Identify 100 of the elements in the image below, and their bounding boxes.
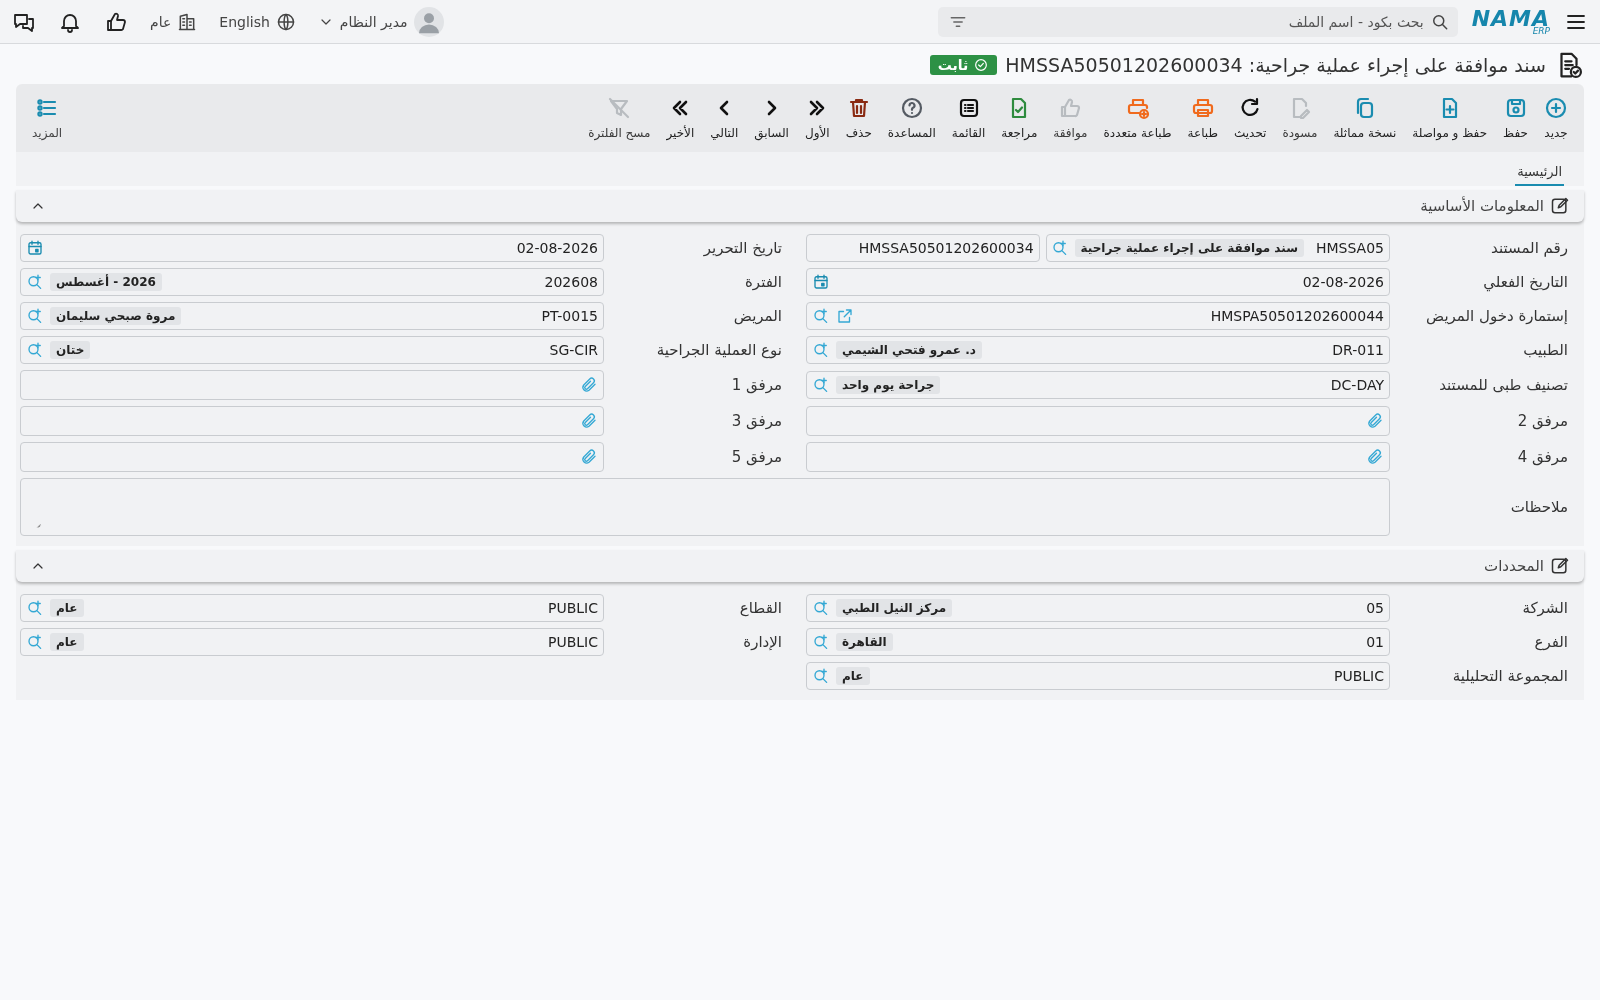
- field-value: 05: [1366, 600, 1384, 616]
- calendar-icon[interactable]: [812, 273, 830, 291]
- page-title: سند موافقة على إجراء عملية جراحية: HMSSA50501202600034: [1005, 54, 1546, 76]
- field-label: الفرع: [1533, 633, 1569, 651]
- section-title: المعلومات الأساسية: [1420, 197, 1544, 215]
- check-circle-icon: [973, 57, 990, 73]
- field-value: 02-08-2026: [1302, 274, 1384, 290]
- field-label: تصنيف طبى للمستند: [1438, 376, 1569, 394]
- field-label: مرفق 2: [1516, 412, 1569, 430]
- search-plus-icon[interactable]: [26, 599, 44, 617]
- toolbar-button[interactable]: مراجعة: [993, 92, 1046, 144]
- toolbar-button[interactable]: القائمة: [943, 92, 994, 144]
- user-name: مدير النظام: [339, 13, 408, 30]
- section-header[interactable]: المعلومات الأساسية: [16, 190, 1584, 222]
- toolbar-button[interactable]: السابق: [746, 92, 797, 144]
- field-label: المريض: [732, 307, 783, 325]
- attachment-field[interactable]: [20, 442, 604, 472]
- document-number-field[interactable]: HMSSA50501202600034: [806, 234, 1040, 262]
- search-plus-icon[interactable]: [1050, 239, 1069, 257]
- lookup-name: عام: [50, 599, 84, 617]
- more-button[interactable]: المزيد: [24, 92, 71, 144]
- section-title: المحددات: [1484, 557, 1544, 575]
- field-value: PUBLIC: [548, 634, 598, 650]
- user-menu[interactable]: مدير النظام: [317, 6, 444, 37]
- toolbar-button[interactable]: طباعة: [1179, 92, 1226, 144]
- field-label: التاريخ الفعلي: [1482, 273, 1569, 291]
- search-plus-icon[interactable]: [812, 667, 830, 685]
- field-value: DR-011: [1332, 342, 1384, 358]
- external-link-icon[interactable]: [836, 307, 854, 325]
- toolbar-button[interactable]: الأخير: [658, 92, 703, 144]
- date-field[interactable]: 02-08-2026: [806, 268, 1390, 296]
- lookup-name: جراحة يوم واحد: [836, 376, 941, 394]
- globe-icon[interactable]: [275, 11, 296, 32]
- lookup-name: مركز النيل الطبي: [836, 599, 953, 617]
- search-plus-icon[interactable]: [26, 633, 44, 651]
- section-header[interactable]: المحددات: [16, 550, 1584, 582]
- paperclip-icon[interactable]: [580, 412, 598, 430]
- paperclip-icon[interactable]: [1366, 412, 1384, 430]
- field-value: DC-DAY: [1330, 377, 1384, 393]
- field-label: مرفق 4: [1516, 448, 1569, 466]
- field-label: الإدارة: [742, 633, 783, 651]
- field-value: HMSPA50501202600044: [1210, 308, 1384, 324]
- search-field[interactable]: بحث بكود - اسم الملف: [937, 6, 1458, 37]
- building-icon[interactable]: [177, 11, 198, 32]
- paperclip-icon[interactable]: [1366, 448, 1384, 466]
- field-label: القطاع: [738, 599, 783, 617]
- paperclip-icon[interactable]: [580, 448, 598, 466]
- toolbar-button[interactable]: نسخة مماثلة: [1325, 92, 1405, 144]
- attachment-field[interactable]: [20, 370, 604, 400]
- search-plus-icon[interactable]: [812, 376, 830, 394]
- edit-icon: [1550, 556, 1570, 576]
- lookup-name: ختان: [50, 341, 91, 359]
- lookup-name: عام: [50, 633, 84, 651]
- toolbar-button[interactable]: جديد: [1536, 92, 1576, 144]
- field-label: المجموعة التحليلية: [1451, 667, 1569, 685]
- search-plus-icon[interactable]: [26, 341, 44, 359]
- toolbar-button[interactable]: تحديث: [1225, 92, 1275, 144]
- field-label: مرفق 3: [730, 412, 783, 430]
- search-plus-icon[interactable]: [26, 307, 44, 325]
- search-plus-icon[interactable]: [26, 273, 44, 291]
- search-plus-icon[interactable]: [812, 599, 830, 617]
- search-plus-icon[interactable]: [812, 633, 830, 651]
- attachment-field[interactable]: [806, 406, 1390, 436]
- language-link[interactable]: English: [219, 13, 270, 30]
- toolbar-button[interactable]: طباعة متعددة: [1095, 92, 1180, 144]
- lookup-name: 2026 - أغسطس: [50, 273, 162, 291]
- toolbar-button[interactable]: المساعدة: [879, 92, 944, 144]
- notes-field[interactable]: [20, 478, 1390, 536]
- field-value: 202608: [544, 274, 598, 290]
- status-label: ثابت: [937, 57, 969, 73]
- field-value: PUBLIC: [548, 600, 598, 616]
- date-field[interactable]: 02-08-2026: [20, 234, 604, 262]
- field-label: تاريخ التحرير: [702, 239, 783, 257]
- toolbar-button[interactable]: حفظ و مواصلة: [1404, 92, 1496, 144]
- toolbar-button[interactable]: حفظ: [1495, 92, 1536, 144]
- toolbar-button[interactable]: التالي: [702, 92, 747, 144]
- field-label: مرفق 1: [730, 376, 783, 394]
- attachment-field[interactable]: [806, 442, 1390, 472]
- tab[interactable]: الرئيسية: [1515, 160, 1564, 186]
- field-label: إستمارة دخول المريض: [1425, 307, 1569, 325]
- field-label: الفترة: [744, 273, 783, 291]
- field-value: HMSSA05: [1315, 240, 1384, 256]
- field-label: نوع العملية الجراحية: [655, 341, 783, 359]
- lookup-name: د. عمرو فتحي الشيمي: [836, 341, 982, 359]
- attachment-field[interactable]: [20, 406, 604, 436]
- toolbar-button[interactable]: الأول: [796, 92, 838, 144]
- paperclip-icon[interactable]: [580, 376, 598, 394]
- calendar-icon[interactable]: [26, 239, 44, 257]
- field-value: SG-CIR: [549, 342, 598, 358]
- search-plus-icon[interactable]: [812, 341, 830, 359]
- field-label: رقم المستند: [1490, 239, 1569, 257]
- field-label: ملاحظات: [1509, 498, 1569, 516]
- search-plus-icon[interactable]: [812, 307, 830, 325]
- field-value: 02-08-2026: [516, 240, 598, 256]
- toolbar-button[interactable]: حذف: [837, 92, 880, 144]
- lookup-name: عام: [836, 667, 870, 685]
- lookup-field[interactable]: HMSPA50501202600044: [806, 302, 1390, 330]
- field-label: الطبيب: [1522, 341, 1569, 359]
- company-link[interactable]: عام: [150, 13, 172, 30]
- edit-icon: [1550, 196, 1570, 216]
